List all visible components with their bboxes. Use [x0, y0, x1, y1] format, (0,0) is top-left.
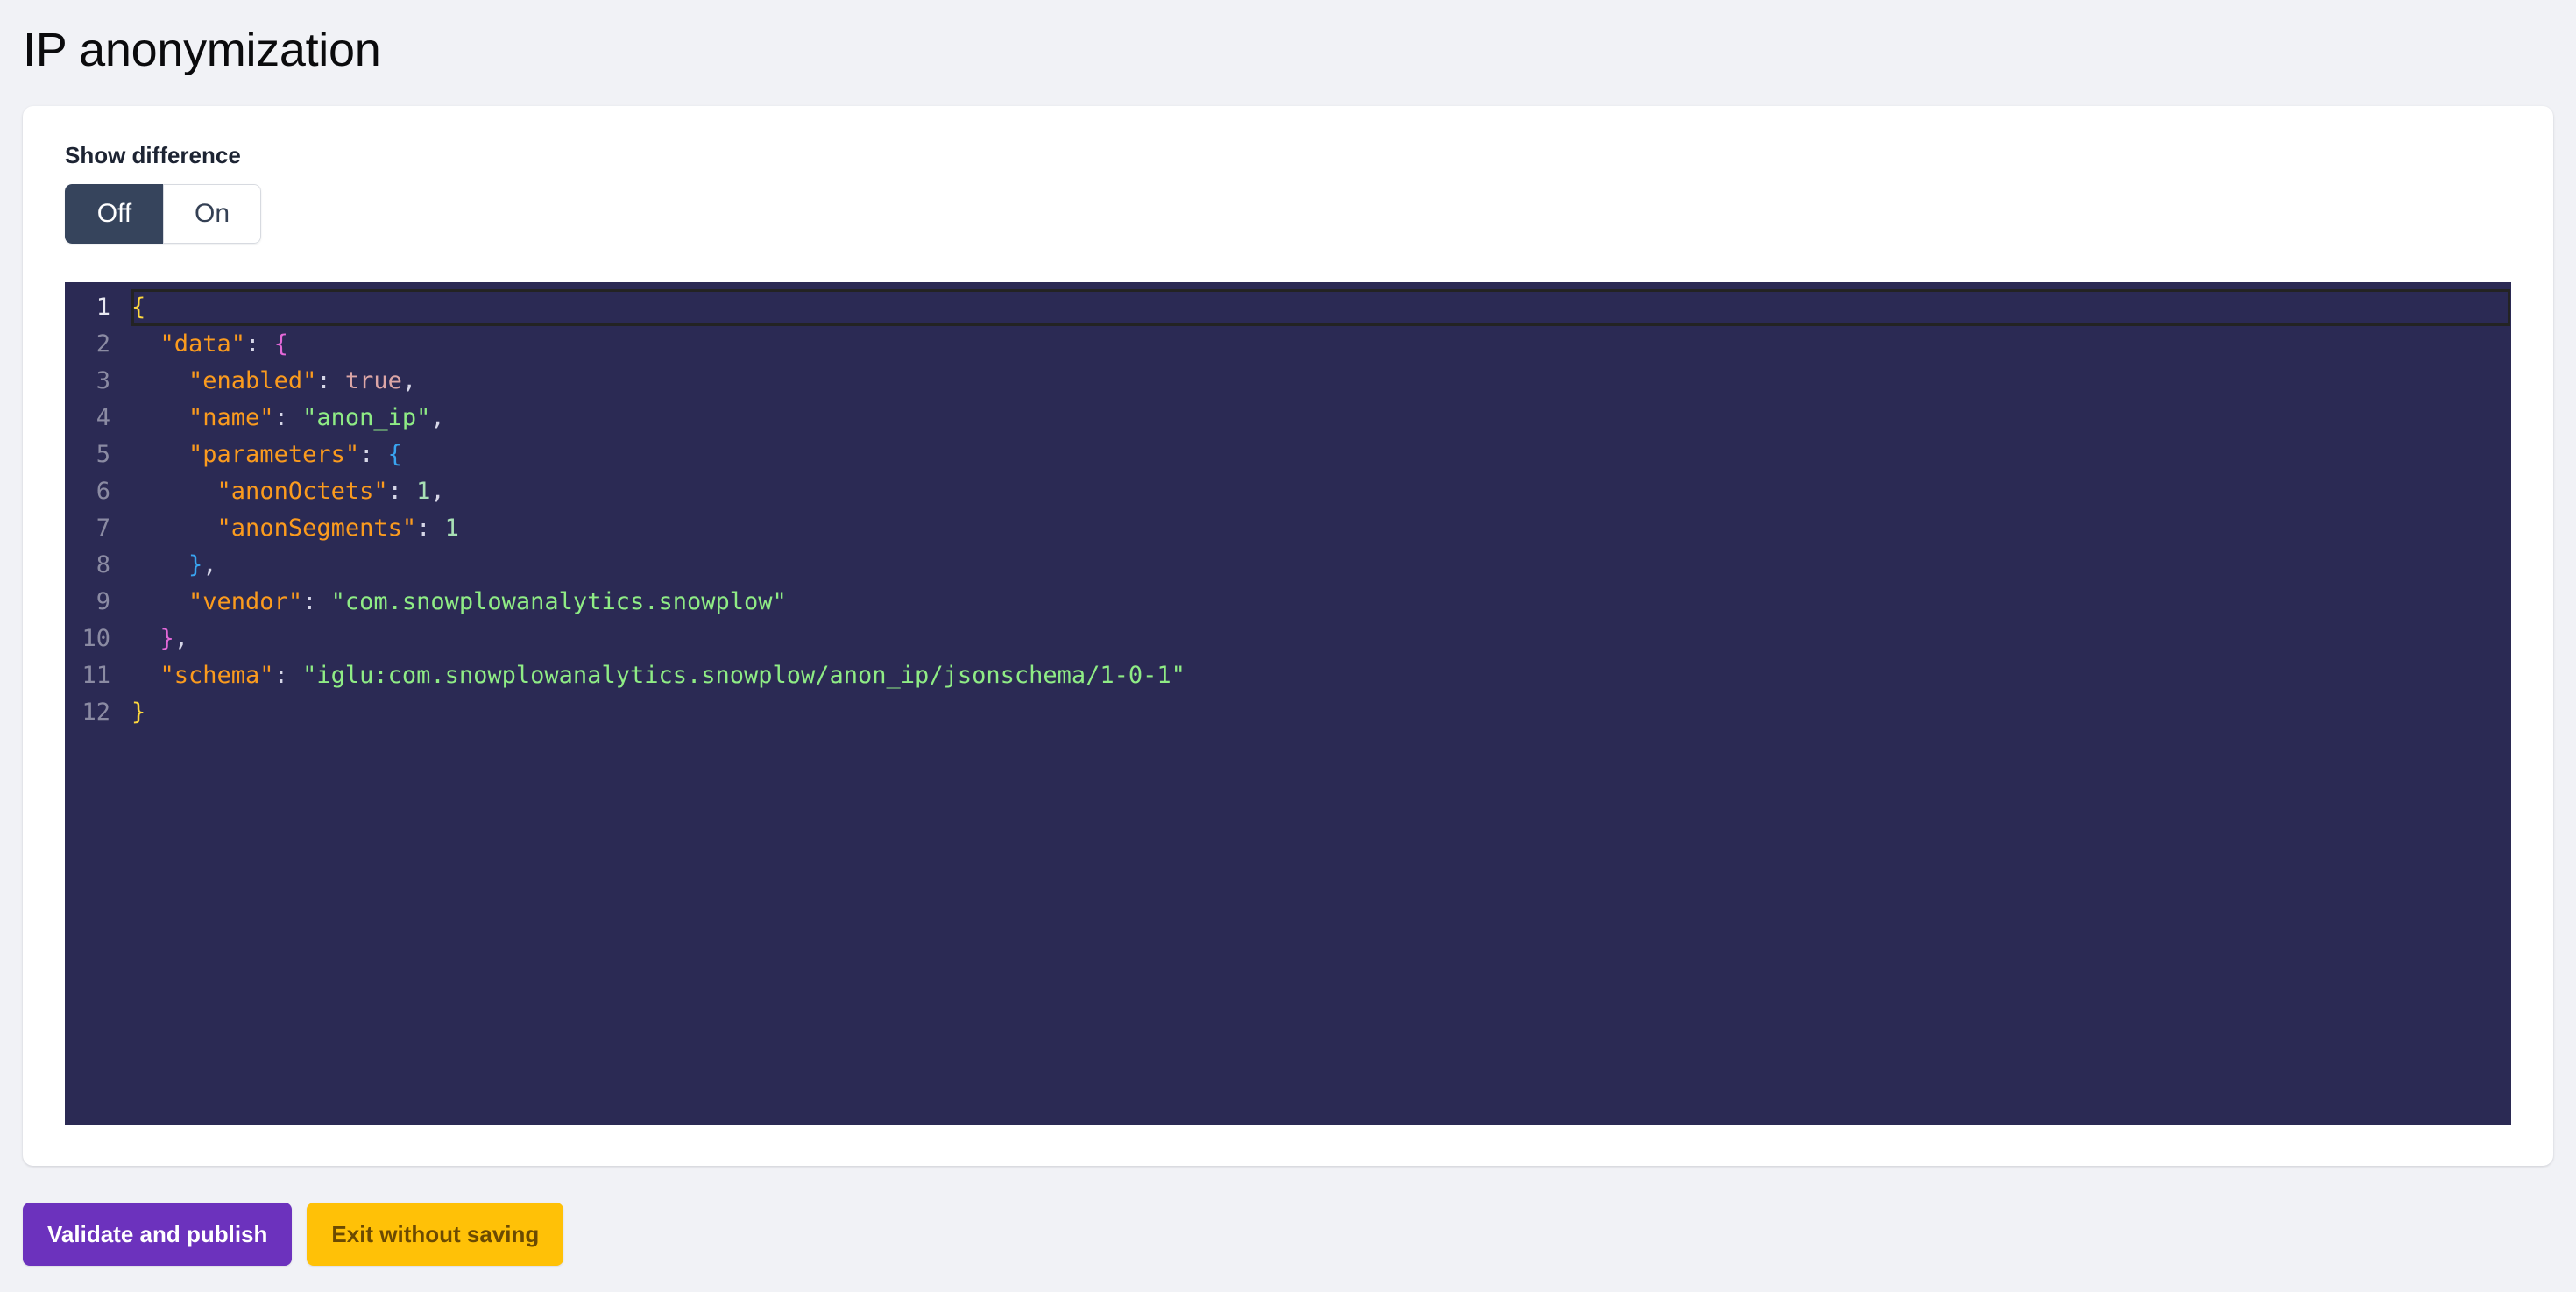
code-line[interactable]: 12}: [65, 694, 2511, 731]
show-difference-label: Show difference: [65, 142, 241, 168]
show-difference-toggle-off[interactable]: Off: [65, 183, 163, 244]
code-token-br3: }: [188, 550, 203, 579]
code-token-punc: ,: [202, 550, 217, 579]
code-line-text: "anonOctets": 1,: [131, 473, 445, 510]
code-token-br1: {: [131, 293, 146, 321]
code-line-text: }: [131, 694, 145, 731]
line-number: 6: [96, 477, 110, 505]
editor-card: Show difference Off On 1{2 "data": {3 "e…: [23, 106, 2553, 1166]
code-token-key: "anonSegments": [216, 514, 417, 542]
code-line[interactable]: 6 "anonOctets": 1,: [65, 473, 2511, 510]
show-difference-toggle-on[interactable]: On: [163, 183, 261, 244]
code-token-key: "enabled": [188, 366, 317, 394]
code-token-key: "vendor": [188, 587, 303, 615]
code-token-key: "anonOctets": [216, 477, 388, 505]
code-token-key: "name": [188, 403, 274, 431]
code-token-num: 1: [416, 477, 431, 505]
code-token-bool: true: [344, 366, 402, 394]
code-token-punc: ,: [173, 624, 189, 652]
line-number: 4: [96, 403, 110, 431]
code-token-str: "anon_ip": [302, 403, 431, 431]
code-line-text: "vendor": "com.snowplowanalytics.snowplo…: [131, 584, 787, 621]
code-token-punc: ,: [401, 366, 417, 394]
code-line[interactable]: 7 "anonSegments": 1: [65, 510, 2511, 547]
exit-without-saving-button[interactable]: Exit without saving: [307, 1203, 564, 1266]
line-number: 5: [96, 440, 110, 468]
code-token-key: "parameters": [188, 440, 360, 468]
code-line[interactable]: 3 "enabled": true,: [65, 363, 2511, 400]
code-token-key: "data": [159, 330, 246, 358]
code-line[interactable]: 10 },: [65, 621, 2511, 657]
code-token-punc: :: [302, 587, 331, 615]
line-number: 12: [81, 698, 110, 726]
code-line-text: "parameters": {: [131, 437, 402, 473]
code-line-text: "name": "anon_ip",: [131, 400, 445, 437]
card-body: Show difference Off On 1{2 "data": {3 "e…: [23, 106, 2553, 1125]
code-token-br2: }: [159, 624, 174, 652]
code-line-text: {: [131, 289, 145, 326]
page-root: IP anonymization Show difference Off On …: [0, 0, 2576, 1292]
code-token-num: 1: [444, 514, 459, 542]
code-token-punc: :: [245, 330, 274, 358]
code-line[interactable]: 1{: [65, 288, 2511, 326]
code-token-punc: :: [359, 440, 388, 468]
code-line[interactable]: 2 "data": {: [65, 326, 2511, 363]
page-title: IP anonymization: [23, 24, 381, 76]
json-code-editor[interactable]: 1{2 "data": {3 "enabled": true, 4 "name":…: [65, 281, 2511, 1125]
validate-and-publish-button[interactable]: Validate and publish: [23, 1203, 293, 1266]
code-token-punc: ,: [430, 403, 445, 431]
line-number: 10: [81, 624, 110, 652]
code-token-punc: :: [273, 403, 303, 431]
show-difference-toggle-group[interactable]: Off On: [65, 183, 261, 244]
code-token-str: "iglu:com.snowplowanalytics.snowplow/ano…: [302, 661, 1185, 689]
code-token-br3: {: [387, 440, 402, 468]
line-number: 2: [96, 330, 110, 358]
code-token-br1: }: [131, 698, 146, 726]
line-number: 1: [96, 293, 110, 321]
code-token-punc: ,: [430, 477, 445, 505]
code-line[interactable]: 11 "schema": "iglu:com.snowplowanalytics…: [65, 657, 2511, 694]
code-token-str: "com.snowplowanalytics.snowplow": [330, 587, 787, 615]
line-number: 8: [96, 550, 110, 579]
code-token-punc: :: [316, 366, 345, 394]
code-line-text: },: [131, 621, 189, 657]
code-line[interactable]: 4 "name": "anon_ip",: [65, 400, 2511, 437]
code-line-text: "anonSegments": 1: [131, 510, 459, 547]
code-lines[interactable]: 1{2 "data": {3 "enabled": true, 4 "name":…: [65, 282, 2511, 731]
code-line-text: "data": {: [131, 326, 288, 363]
code-token-key: "schema": [159, 661, 274, 689]
code-token-br2: {: [273, 330, 288, 358]
line-number: 9: [96, 587, 110, 615]
code-line[interactable]: 8 },: [65, 547, 2511, 584]
line-number: 7: [96, 514, 110, 542]
code-token-punc: :: [416, 514, 445, 542]
code-line-text: },: [131, 547, 217, 584]
code-token-punc: :: [387, 477, 417, 505]
code-token-punc: :: [273, 661, 303, 689]
code-line[interactable]: 5 "parameters": {: [65, 437, 2511, 473]
code-line[interactable]: 9 "vendor": "com.snowplowanalytics.snowp…: [65, 584, 2511, 621]
code-line-text: "schema": "iglu:com.snowplowanalytics.sn…: [131, 657, 1185, 694]
action-bar: Validate and publish Exit without saving: [23, 1203, 564, 1266]
line-number: 11: [81, 661, 110, 689]
code-line-text: "enabled": true,: [131, 363, 416, 400]
line-number: 3: [96, 366, 110, 394]
